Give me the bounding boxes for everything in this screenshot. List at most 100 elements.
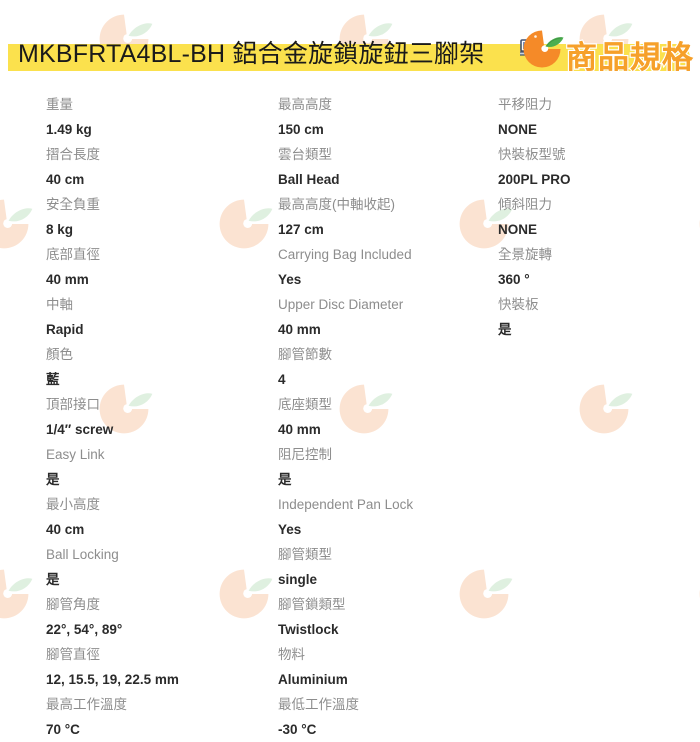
spec-value: 是 — [498, 322, 512, 337]
watermark-logo-icon — [695, 195, 700, 253]
spec-value: 127 cm — [278, 222, 324, 237]
spec-value: Yes — [278, 522, 302, 537]
spec-label: 物料 — [278, 647, 305, 662]
spec-row: 最高高度 150 cm — [278, 92, 493, 142]
spec-label: 頂部接口 — [46, 397, 100, 412]
watermark-logo-icon — [695, 565, 700, 623]
spec-column-1: 重量 1.49 kg 摺合長度 40 cm 安全負重 8 kg 底部直徑 40 mm 中軸 Rap… — [46, 92, 271, 742]
spec-row: 重量 1.49 kg — [46, 92, 271, 142]
spec-row: 底座類型 40 mm — [278, 392, 493, 442]
spec-value: NONE — [498, 222, 538, 237]
spec-row: 底部直徑 40 mm — [46, 242, 271, 292]
spec-label: Ball Locking — [46, 547, 119, 562]
spec-row: 快裝板型號 200PL PRO — [498, 142, 693, 192]
spec-value: 是 — [46, 572, 60, 587]
spec-label: Independent Pan Lock — [278, 497, 414, 512]
spec-row: 頂部接口 1/4″ screw — [46, 392, 271, 442]
page-title: MKBFRTA4BL-BH 鋁合金旋鎖旋鈕三腳架 — [18, 40, 485, 68]
spec-label: 最低工作溫度 — [278, 697, 359, 712]
watermark-logo-icon — [0, 565, 33, 623]
header: MKBFRTA4BL-BH 鋁合金旋鎖旋鈕三腳架 商品規格 商品規格 — [0, 0, 700, 84]
spec-label: 傾斜阻力 — [498, 197, 552, 212]
spec-row: 傾斜阻力 NONE — [498, 192, 693, 242]
spec-value: Yes — [278, 272, 302, 287]
spec-row: 安全負重 8 kg — [46, 192, 271, 242]
spec-value: 40 mm — [278, 422, 321, 437]
spec-value: Rapid — [46, 322, 84, 337]
spec-label: 雲台類型 — [278, 147, 332, 162]
spec-value: 4 — [278, 372, 286, 387]
spec-label: 阻尼控制 — [278, 447, 332, 462]
spec-label: 重量 — [46, 97, 73, 112]
spec-value: 200PL PRO — [498, 172, 571, 187]
spec-value: NONE — [498, 122, 538, 137]
watermark-logo-icon — [0, 195, 33, 253]
spec-row: Carrying Bag Included Yes — [278, 242, 493, 292]
spec-label: 中軸 — [46, 297, 73, 312]
spec-row: Upper Disc Diameter 40 mm — [278, 292, 493, 342]
spec-label: Easy Link — [46, 447, 105, 462]
spec-row: 顏色藍 — [46, 342, 271, 392]
spec-row: 快裝板是 — [498, 292, 693, 342]
spec-label: 腳管角度 — [46, 597, 100, 612]
spec-row: 最小高度 40 cm — [46, 492, 271, 542]
spec-value: 70 °C — [46, 722, 80, 737]
spec-row: 腳管角度 22°, 54°, 89° — [46, 592, 271, 642]
spec-value: single — [278, 572, 318, 587]
spec-value: Twistlock — [278, 622, 339, 637]
spec-row: Independent Pan Lock Yes — [278, 492, 493, 542]
spec-label: 最小高度 — [46, 497, 100, 512]
spec-row: 腳管節數 4 — [278, 342, 493, 392]
spec-label: 腳管鎖類型 — [278, 597, 346, 612]
spec-row: 摺合長度 40 cm — [46, 142, 271, 192]
brand-badge-text: 商品規格 — [566, 40, 694, 75]
spec-row: 腳管直徑 12, 15.5, 19, 22.5 mm — [46, 642, 271, 692]
spec-value: 1/4″ screw — [46, 422, 114, 437]
spec-value: -30 °C — [278, 722, 317, 737]
spec-label: 快裝板 — [498, 297, 539, 312]
spec-value: 8 kg — [46, 222, 74, 237]
spec-value: 12, 15.5, 19, 22.5 mm — [46, 672, 179, 687]
spec-label: 快裝板型號 — [498, 147, 566, 162]
spec-label: Upper Disc Diameter — [278, 297, 404, 312]
spec-value: 40 cm — [46, 522, 85, 537]
spec-value: Ball Head — [278, 172, 340, 187]
spec-label: 全景旋轉 — [498, 247, 552, 262]
spec-label: 腳管類型 — [278, 547, 332, 562]
spec-label: 顏色 — [46, 347, 73, 362]
spec-value: 150 cm — [278, 122, 324, 137]
watermark-logo-icon — [575, 380, 633, 438]
orange-fruit-leaf-logo-icon — [520, 27, 564, 71]
spec-label: 最高高度 — [278, 97, 332, 112]
spec-value: 藍 — [46, 372, 60, 387]
spec-value: 1.49 kg — [46, 122, 92, 137]
spec-row: 平移阻力 NONE — [498, 92, 693, 142]
spec-column-3: 平移阻力 NONE 快裝板型號 200PL PRO 傾斜阻力 NONE 全景旋轉 360 ° 快… — [498, 92, 693, 342]
spec-value: 40 mm — [278, 322, 321, 337]
spec-value: Aluminium — [278, 672, 348, 687]
spec-row: Ball Locking 是 — [46, 542, 271, 592]
spec-value: 是 — [46, 472, 60, 487]
spec-label: 腳管節數 — [278, 347, 332, 362]
spec-row: 阻尼控制是 — [278, 442, 493, 492]
spec-value: 360 ° — [498, 272, 530, 287]
spec-label: 底部直徑 — [46, 247, 100, 262]
spec-value: 40 mm — [46, 272, 89, 287]
spec-value: 22°, 54°, 89° — [46, 622, 123, 637]
spec-value: 是 — [278, 472, 292, 487]
spec-column-2: 最高高度 150 cm 雲台類型 Ball Head 最高高度(中軸收起) 127 cm C… — [278, 92, 493, 742]
spec-row: 腳管類型 single — [278, 542, 493, 592]
spec-label: 最高工作溫度 — [46, 697, 127, 712]
spec-row: 全景旋轉 360 ° — [498, 242, 693, 292]
spec-label: 摺合長度 — [46, 147, 100, 162]
spec-row: Easy Link 是 — [46, 442, 271, 492]
spec-row: 物料 Aluminium — [278, 642, 493, 692]
spec-row: 腳管鎖類型 Twistlock — [278, 592, 493, 642]
spec-label: 最高高度(中軸收起) — [278, 197, 395, 212]
spec-label: 腳管直徑 — [46, 647, 100, 662]
spec-label: Carrying Bag Included — [278, 247, 412, 262]
spec-row: 中軸 Rapid — [46, 292, 271, 342]
spec-row: 雲台類型 Ball Head — [278, 142, 493, 192]
spec-label: 底座類型 — [278, 397, 332, 412]
spec-label: 平移阻力 — [498, 97, 552, 112]
